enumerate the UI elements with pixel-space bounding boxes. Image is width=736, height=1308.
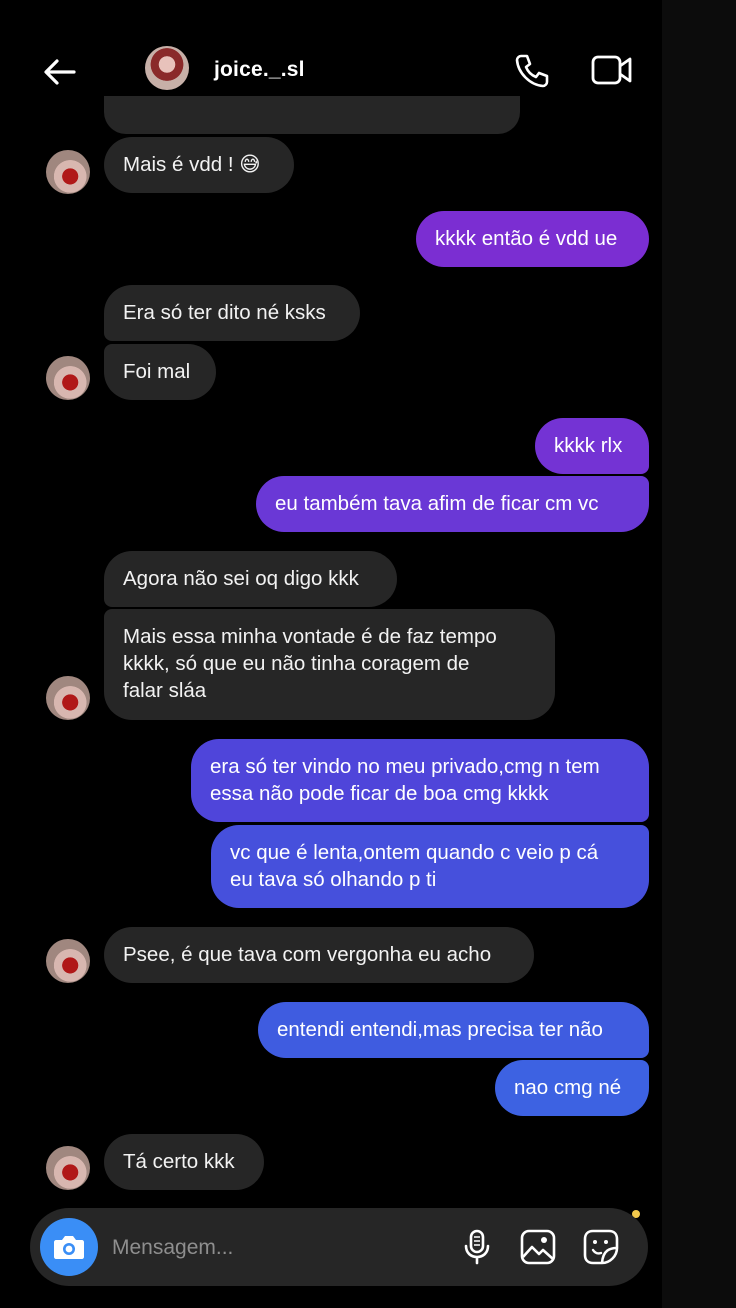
- contact-avatar-small: [46, 150, 90, 194]
- message-outgoing[interactable]: kkkk rlx: [535, 418, 649, 474]
- message-incoming[interactable]: Psee, é que tava com vergonha eu acho: [104, 927, 534, 983]
- message-outgoing[interactable]: vc que é lenta,ontem quando c veio p cá …: [211, 825, 649, 908]
- message-incoming[interactable]: Era só ter dito né ksks: [104, 285, 360, 341]
- sticker-button[interactable]: [582, 1228, 620, 1266]
- contact-avatar-small: [46, 356, 90, 400]
- video-call-button[interactable]: [590, 52, 634, 88]
- contact-username[interactable]: joice._.sl: [214, 58, 305, 82]
- message-input[interactable]: [110, 1230, 444, 1266]
- message-incoming[interactable]: Mais é vdd ! 😅: [104, 137, 294, 193]
- message-incoming[interactable]: Agora não sei oq digo kkk: [104, 551, 397, 607]
- voice-message-button[interactable]: [458, 1228, 496, 1266]
- sticker-icon: [583, 1229, 619, 1265]
- contact-avatar-small: [46, 1146, 90, 1190]
- message-outgoing[interactable]: entendi entendi,mas precisa ter não: [258, 1002, 649, 1058]
- message-outgoing[interactable]: kkkk então é vdd ue: [416, 211, 649, 267]
- contact-avatar-small: [46, 676, 90, 720]
- message-outgoing[interactable]: era só ter vindo no meu privado,cmg n te…: [191, 739, 649, 822]
- back-button[interactable]: [38, 50, 82, 94]
- video-camera-icon: [591, 55, 632, 85]
- message-incoming[interactable]: Mais essa minha vontade é de faz tempo k…: [104, 609, 555, 720]
- phone-icon: [515, 54, 549, 88]
- message-outgoing[interactable]: nao cmg né: [495, 1060, 649, 1116]
- message-composer: [30, 1208, 648, 1286]
- voice-call-button[interactable]: [512, 50, 552, 90]
- camera-button[interactable]: [40, 1218, 98, 1276]
- message-incoming[interactable]: Foi mal: [104, 344, 216, 400]
- screen-edge: [662, 0, 736, 1308]
- camera-icon: [54, 1236, 84, 1259]
- contact-avatar[interactable]: [145, 46, 189, 90]
- previous-message-cutoff: [104, 96, 520, 134]
- contact-avatar-small: [46, 939, 90, 983]
- back-arrow-icon: [44, 59, 76, 85]
- gallery-button[interactable]: [519, 1228, 557, 1266]
- message-outgoing[interactable]: eu também tava afim de ficar cm vc: [256, 476, 649, 532]
- image-icon: [520, 1229, 556, 1265]
- message-incoming[interactable]: Tá certo kkk: [104, 1134, 264, 1190]
- microphone-icon: [464, 1229, 490, 1265]
